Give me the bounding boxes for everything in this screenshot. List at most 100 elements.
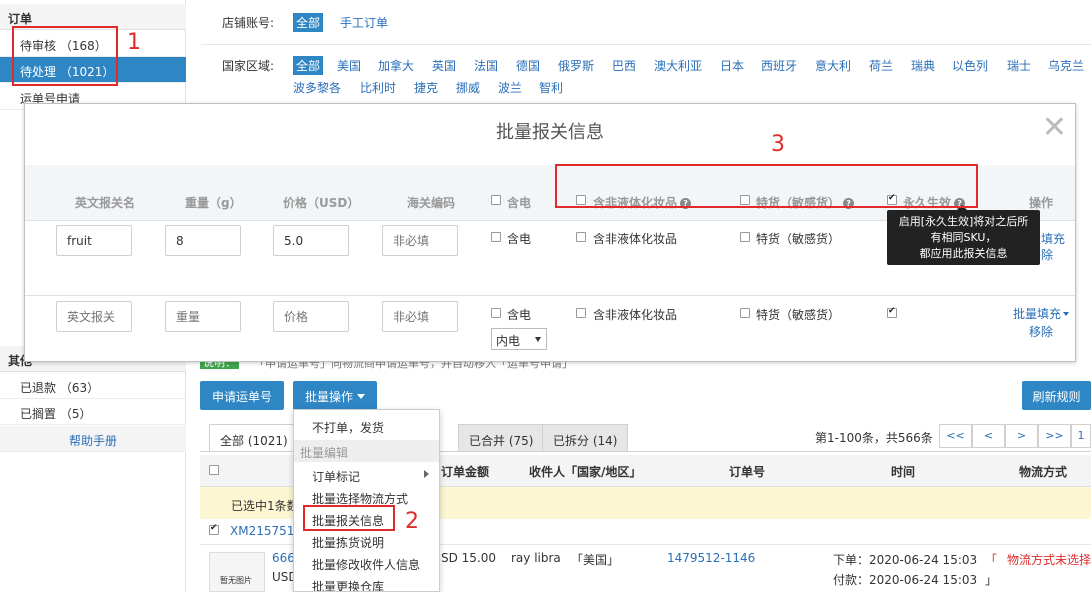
pagination-summary: 第1-100条，共566条 <box>815 431 933 445</box>
row-checkbox[interactable] <box>209 523 219 535</box>
battery-checkbox[interactable] <box>491 308 501 318</box>
country-option[interactable]: 瑞典 <box>911 57 935 74</box>
battery-type-select[interactable]: 内电 <box>491 328 547 350</box>
product-image-placeholder: 暂无图片 <box>209 552 265 592</box>
country-option-all[interactable]: 全部 <box>293 56 324 75</box>
annotation-number-1: 1 <box>127 30 141 55</box>
battery-type-value: 内电 <box>496 334 521 348</box>
logistics-bracket-close: 」 <box>985 573 998 587</box>
annotation-box-2 <box>303 505 395 531</box>
annotation-number-2: 2 <box>405 509 419 534</box>
col-amount: 订单金额 <box>441 465 490 479</box>
country-option[interactable]: 比利时 <box>360 79 396 96</box>
close-icon[interactable]: ✕ <box>1042 110 1067 145</box>
page-first-button[interactable]: << <box>939 424 972 448</box>
batch-operations-button[interactable]: 批量操作 <box>293 381 377 410</box>
price-input[interactable] <box>273 225 349 256</box>
store-option-manual[interactable]: 手工订单 <box>340 14 388 31</box>
country-option[interactable]: 荷兰 <box>869 57 893 74</box>
remove-link[interactable]: 移除 <box>1029 323 1053 340</box>
order-time: 下单：2020-06-24 15:03 <box>833 553 978 567</box>
hs-code-input[interactable] <box>382 301 458 332</box>
header-battery-checkbox[interactable] <box>491 195 501 205</box>
country-option[interactable]: 意大利 <box>815 57 851 74</box>
filter-divider <box>201 44 1091 45</box>
liquid-label: 含非液体化妆品 <box>593 308 678 322</box>
tab-merged[interactable]: 已合并 (75) <box>458 424 545 452</box>
sidebar-item-shelved[interactable]: 已搁置 （5） <box>0 399 186 425</box>
help-link[interactable]: 帮助手册 <box>0 426 186 452</box>
chevron-down-icon <box>535 337 541 342</box>
country-option[interactable]: 波兰 <box>498 79 522 96</box>
special-checkbox[interactable] <box>740 308 750 318</box>
country-option[interactable]: 西班牙 <box>761 57 797 74</box>
price-input[interactable] <box>273 301 349 332</box>
col-time: 时间 <box>891 465 916 479</box>
order-number-link[interactable]: 1479512-1146 <box>667 551 755 565</box>
country-option[interactable]: 捷克 <box>414 79 438 96</box>
country-option[interactable]: 德国 <box>516 57 540 74</box>
sidebar-item-refunded[interactable]: 已退款 （63） <box>0 373 186 399</box>
menu-item-batch-warehouse[interactable]: 批量更换仓库 <box>294 574 439 591</box>
country-option[interactable]: 波多黎各 <box>293 79 341 96</box>
special-label: 特货（敏感货） <box>756 308 841 322</box>
menu-item-batch-recipient[interactable]: 批量修改收件人信息 <box>294 552 439 574</box>
permanent-checkbox[interactable] <box>887 306 897 318</box>
store-option-all[interactable]: 全部 <box>293 13 324 32</box>
weight-input[interactable] <box>165 301 241 332</box>
header-weight: 重量（g） <box>185 196 242 210</box>
page-next-button[interactable]: > <box>1005 424 1038 448</box>
order-id-link[interactable]: XM2157514 <box>230 524 302 538</box>
tooltip-line: 启用[永久生效]将对之后所 <box>898 215 1029 228</box>
special-checkbox[interactable] <box>740 232 750 242</box>
apply-tracking-button[interactable]: 申请运单号 <box>200 381 284 410</box>
store-filter-label: 店铺账号: <box>222 16 275 30</box>
batch-fill-label: 批量填充 <box>1013 307 1062 321</box>
menu-item-ship-no-print[interactable]: 不打单，发货 <box>294 415 439 437</box>
country-option[interactable]: 俄罗斯 <box>558 57 594 74</box>
country-option[interactable]: 英国 <box>432 57 456 74</box>
sku-link[interactable]: 666 <box>272 551 295 565</box>
customs-info-modal: 批量报关信息 ✕ 英文报关名 重量（g） 价格（USD） 海关编码 含电 含非液… <box>24 103 1076 362</box>
hs-code-input[interactable] <box>382 225 458 256</box>
tooltip-line: 有相同SKU， <box>930 231 997 244</box>
country-option[interactable]: 巴西 <box>612 57 636 74</box>
tab-all[interactable]: 全部 (1021) <box>209 424 299 452</box>
row-divider <box>25 295 1075 296</box>
permanent-tooltip: 启用[永久生效]将对之后所 有相同SKU， 都应用此报关信息 <box>887 205 1040 265</box>
country-option[interactable]: 日本 <box>720 57 744 74</box>
menu-item-order-mark[interactable]: 订单标记 <box>294 464 439 486</box>
en-name-input[interactable] <box>56 301 132 332</box>
country-option[interactable]: 澳大利亚 <box>654 57 702 74</box>
batch-fill-link[interactable]: 批量填充 <box>1013 305 1070 322</box>
battery-label: 含电 <box>507 232 532 246</box>
country-option[interactable]: 挪威 <box>456 79 480 96</box>
battery-checkbox[interactable] <box>491 232 501 242</box>
country-option[interactable]: 法国 <box>474 57 498 74</box>
liquid-checkbox[interactable] <box>576 232 586 242</box>
weight-input[interactable] <box>165 225 241 256</box>
country-option[interactable]: 加拿大 <box>378 57 414 74</box>
liquid-label: 含非液体化妆品 <box>593 232 678 246</box>
modal-title: 批量报关信息 <box>496 122 604 143</box>
country-option[interactable]: 乌克兰 <box>1048 57 1084 74</box>
tab-split[interactable]: 已拆分 (14) <box>542 424 629 452</box>
header-hs-code: 海关编码 <box>407 196 456 210</box>
country-option[interactable]: 智利 <box>539 79 563 96</box>
caret-down-icon <box>1063 312 1070 316</box>
country-option[interactable]: 瑞士 <box>1007 57 1031 74</box>
refresh-rules-button[interactable]: 刷新规则 <box>1022 381 1091 410</box>
menu-item-order-mark-label: 订单标记 <box>312 470 361 484</box>
tooltip-line: 都应用此报关信息 <box>919 247 1008 260</box>
page-prev-button[interactable]: < <box>972 424 1005 448</box>
select-all-checkbox[interactable] <box>209 465 219 475</box>
header-en-name: 英文报关名 <box>75 196 136 210</box>
en-name-input[interactable] <box>56 225 132 256</box>
country-option[interactable]: 美国 <box>337 57 361 74</box>
page-number-button[interactable]: 1 <box>1071 424 1091 448</box>
order-amount: SD 15.00 <box>441 551 497 565</box>
liquid-checkbox[interactable] <box>576 308 586 318</box>
no-image-label: 暂无图片 <box>220 576 252 585</box>
country-option[interactable]: 以色列 <box>952 57 988 74</box>
page-last-button[interactable]: >> <box>1038 424 1071 448</box>
